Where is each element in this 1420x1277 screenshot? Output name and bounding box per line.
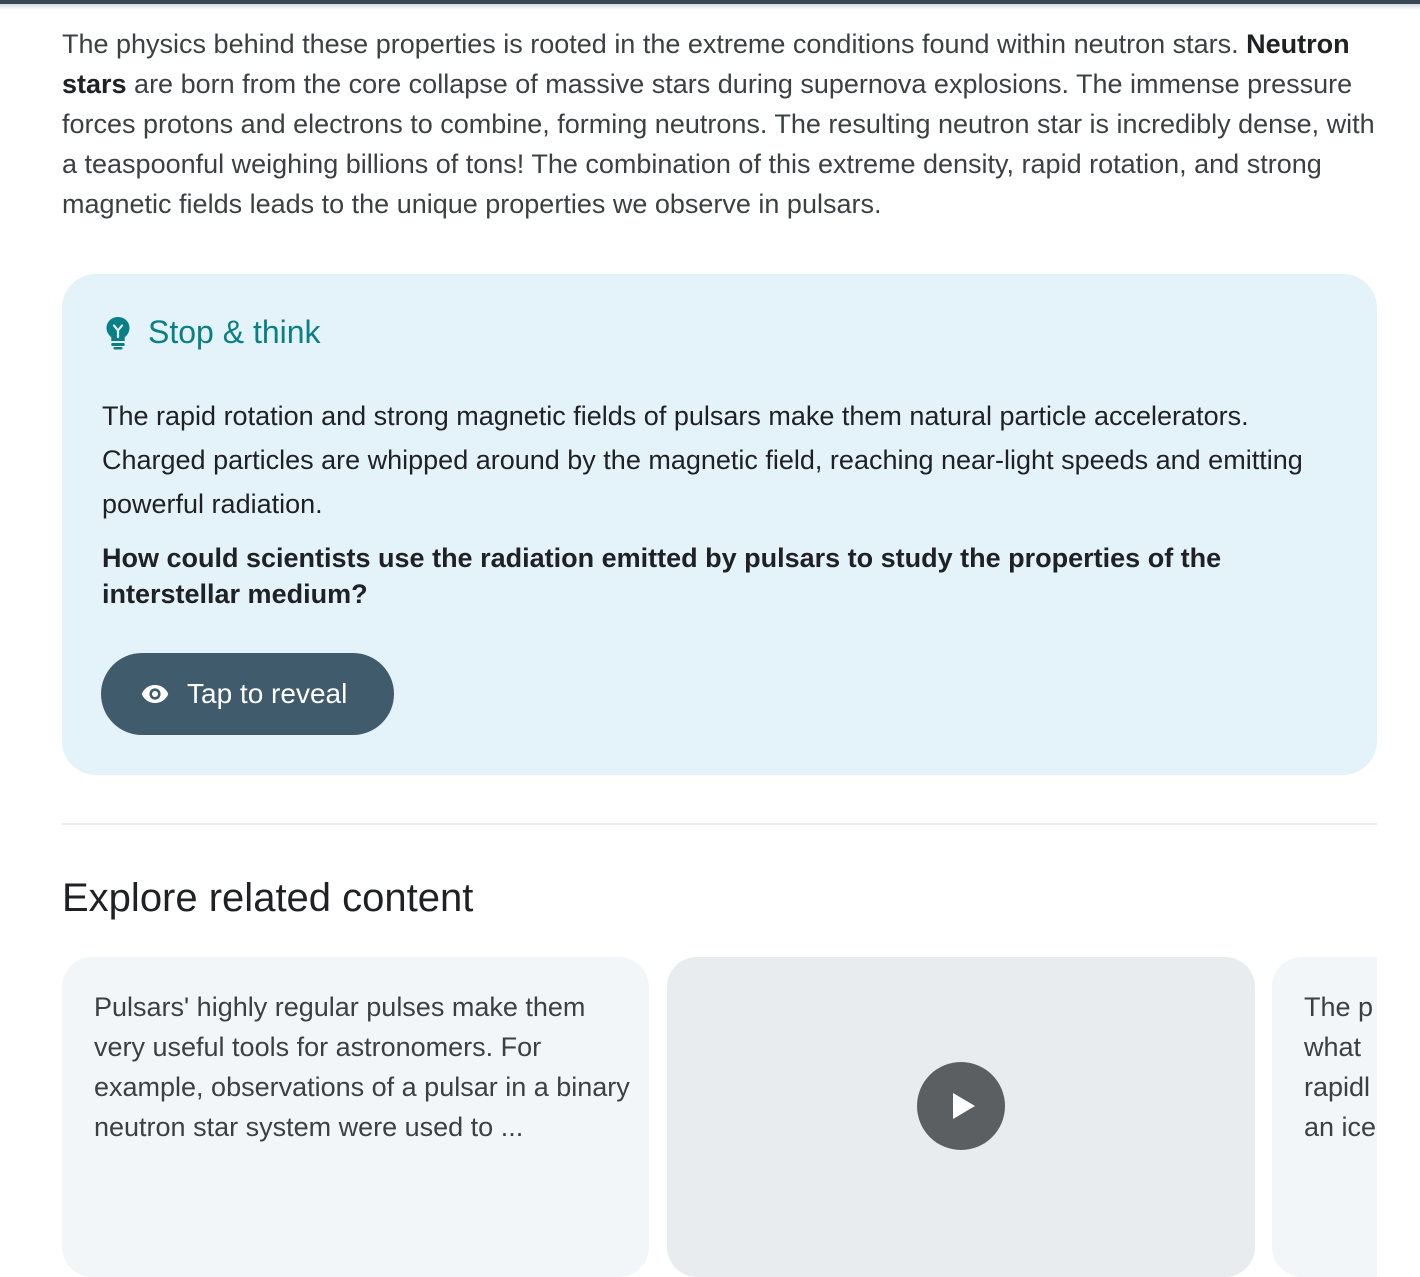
related-card-article[interactable]: Pulsars' highly regular pulses make them… (62, 957, 649, 1277)
callout-header: Stop & think (104, 314, 321, 351)
partial-line: The p (1304, 992, 1374, 1022)
partial-line: what (1304, 1032, 1362, 1062)
partial-line: rapidl (1304, 1072, 1371, 1102)
play-icon (953, 1093, 975, 1119)
lightbulb-icon (106, 316, 130, 349)
related-card-partial-text: The p what rapidl an ice (1304, 987, 1377, 1147)
eye-icon (141, 685, 169, 703)
partial-line: an ice (1304, 1112, 1377, 1142)
intro-text-before: The physics behind these properties is r… (62, 29, 1247, 59)
intro-paragraph: The physics behind these properties is r… (62, 24, 1382, 224)
play-button[interactable] (917, 1062, 1005, 1150)
section-divider (62, 823, 1377, 825)
stop-and-think-callout: Stop & think The rapid rotation and stro… (62, 274, 1377, 775)
tap-to-reveal-button[interactable]: Tap to reveal (101, 653, 394, 735)
reveal-button-label: Tap to reveal (187, 678, 348, 709)
related-card-partial[interactable]: The p what rapidl an ice (1272, 957, 1377, 1277)
callout-title: Stop & think (148, 314, 321, 350)
related-section-title: Explore related content (62, 876, 474, 920)
intro-text-after: are born from the core collapse of massi… (62, 69, 1375, 219)
callout-question: How could scientists use the radiation e… (102, 543, 1222, 609)
related-card-video[interactable] (667, 957, 1255, 1277)
related-card-text: Pulsars' highly regular pulses make them… (94, 992, 630, 1142)
callout-body: The rapid rotation and strong magnetic f… (102, 401, 1303, 519)
top-bar-shadow (0, 4, 1420, 10)
